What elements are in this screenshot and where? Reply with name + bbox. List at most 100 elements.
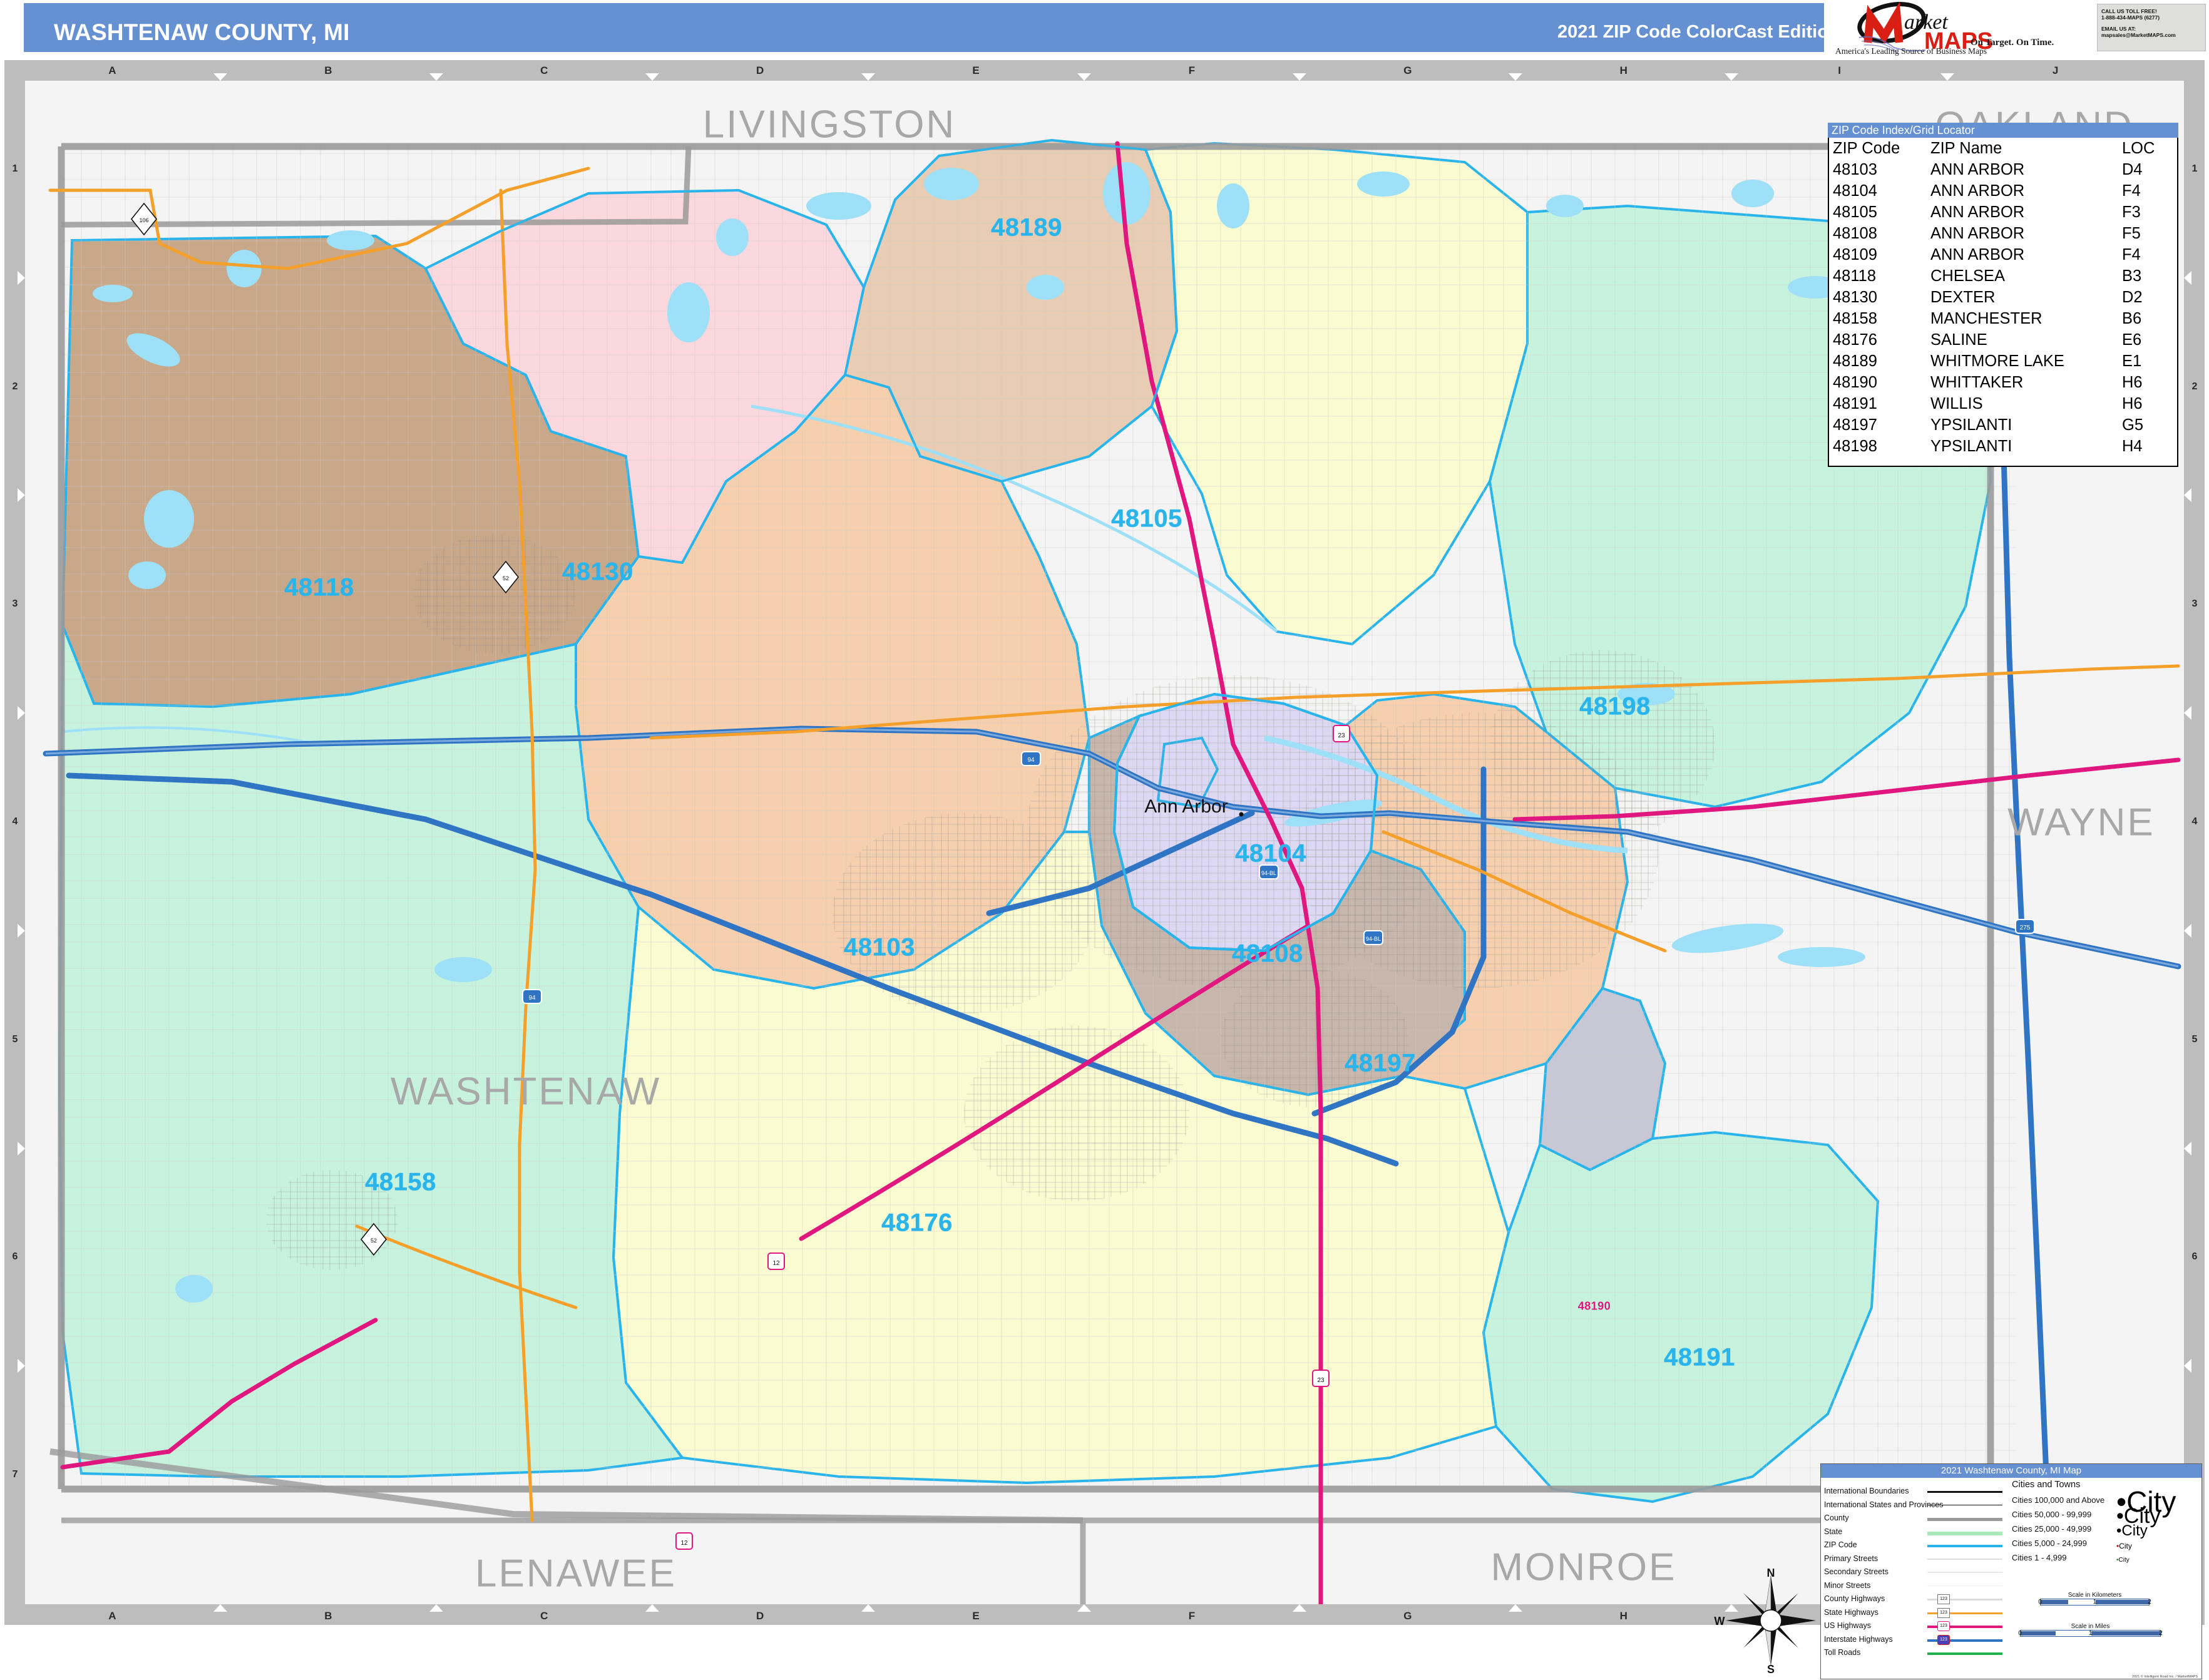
grid-tick [1077,1604,1091,1612]
legend-highway-shield-icon: 123 [1937,1621,1950,1631]
svg-text:94-BL: 94-BL [1366,936,1381,942]
grid-tick [213,73,227,81]
svg-text:94: 94 [1027,757,1035,764]
grid-row-label: 3 [12,598,18,610]
grid-column-label: A [108,64,116,76]
table-row[interactable]: 48130 DEXTER D2 [1829,287,2177,308]
table-row[interactable]: 48108 ANN ARBOR F5 [1829,223,2177,244]
grid-row-label: 7 [12,1469,18,1480]
legend-feature-label: International Boundaries [1824,1487,1909,1495]
table-row[interactable]: 48105 ANN ARBOR F3 [1829,202,2177,223]
table-row[interactable]: 48118 CHELSEA B3 [1829,265,2177,287]
grid-row-label: 5 [12,1033,18,1045]
grid-column-label: A [108,1610,116,1622]
zip-label-48105: 48105 [1111,505,1182,533]
grid-ruler-left: 1 2 3 4 5 6 7 [4,60,25,1625]
zip-index-cell-loc: F4 [2122,246,2141,264]
scalebar: Scale in Kilometers 0 1 2 [2038,1592,2151,1606]
grid-tick [18,923,25,938]
logo-tagline-secondary: America's Leading Source of Business Map… [1835,46,1987,56]
zip-index-cell-name: MANCHESTER [1930,310,2042,327]
grid-column-label: D [756,64,764,76]
grid-row-label: 4 [2191,816,2198,827]
scalebar-tick-label: 1 [2093,1599,2097,1606]
legend-city-class-label: Cities 5,000 - 24,999 [2012,1539,2087,1548]
scalebar-segment [2095,1600,2150,1604]
zip-index-cell-name: DEXTER [1930,289,1996,306]
grid-tick [861,1604,875,1612]
map-legend[interactable]: 2021 Washtenaw County, MI Map Internatio… [1820,1463,2202,1679]
zip-code-index-panel[interactable]: ZIP Code Index/Grid Locator ZIP Code ZIP… [1828,123,2178,467]
zip-index-cell-code: 48191 [1833,395,1877,412]
table-row[interactable]: 48104 ANN ARBOR F4 [1829,180,2177,202]
scalebar-tick-label: 2 [2148,1599,2151,1606]
legend-feature-label: US Highways [1824,1621,1872,1630]
grid-row-label: 6 [2191,1251,2198,1263]
legend-feature-label: Toll Roads [1824,1648,1861,1657]
legend-title: 2021 Washtenaw County, MI Map [1821,1464,2201,1478]
scalebar-tick-label: 0 [2038,1599,2042,1606]
scalebar-tick-label: 0 [2018,1630,2022,1637]
zip-index-cell-code: 48158 [1833,310,1877,327]
grid-column-label: C [540,1610,548,1622]
grid-tick [429,73,443,81]
county-label: WAYNE [2007,801,2155,844]
svg-text:106: 106 [139,217,148,223]
table-row[interactable]: 48197 YPSILANTI G5 [1829,414,2177,436]
zip-label-48198: 48198 [1579,692,1651,720]
legend-feature-label: Interstate Highways [1824,1634,1893,1644]
zip-index-cell-loc: D2 [2122,289,2143,306]
grid-column-label: F [1188,1610,1196,1622]
grid-column-label: J [2052,64,2059,76]
scalebar-tick-label: 1 [2088,1630,2093,1637]
table-row[interactable]: 48198 YPSILANTI H4 [1829,436,2177,457]
legend-credit: 2021 © Intelligent Road Inc. / MarketMAP… [2132,1675,2198,1679]
legend-feature-label: International States and Provinces [1824,1500,1944,1509]
zip-index-cell-loc: H4 [2122,438,2143,455]
grid-row-label: 4 [12,816,18,827]
compass-s: S [1767,1663,1775,1675]
zip-index-cell-code: 48176 [1833,331,1877,349]
legend-city-class-label: Cities 50,000 - 99,999 [2012,1510,2092,1519]
marketmaps-logo: arket MAPS On Target. On Time. America's… [1832,1,2207,56]
map-frame: ABCDEFGHIJ ABCDEFGHIJ 1234567 1234567 [4,60,2205,1679]
table-row[interactable]: 48190 WHITTAKER H6 [1829,372,2177,393]
legend-city-class-label: Cities 25,000 - 49,999 [2012,1524,2092,1534]
table-row[interactable]: 48158 MANCHESTER B6 [1829,308,2177,329]
legend-feature-swatch [1927,1504,2002,1505]
legend-feature-label: ZIP Code [1824,1540,1857,1549]
zip-index-cell-name: WHITTAKER [1930,374,2024,391]
zip-label-48104: 48104 [1235,839,1306,868]
legend-feature-swatch [1927,1652,2002,1655]
zip-index-cell-code: 48190 [1833,374,1877,391]
zip-index-cell-name: WHITMORE LAKE [1930,352,2064,370]
grid-tick [2184,270,2191,285]
table-row[interactable]: 48103 ANN ARBOR D4 [1829,159,2177,180]
scalebar-title: Scale in Kilometers [2068,1592,2122,1599]
city-label-ann-arbor: Ann Arbor [1144,796,1228,817]
compass-w: W [1714,1615,1725,1627]
legend-city-sample: •City [2116,1556,2130,1564]
legend-feature-label: Minor Streets [1824,1580,1871,1590]
compass-artwork: N S E W [1714,1567,1828,1676]
legend-feature-label: State Highways [1824,1607,1878,1617]
legend-cities-title: Cities and Towns [2012,1480,2081,1490]
grid-tick [18,270,25,285]
table-row[interactable]: 48109 ANN ARBOR F4 [1829,244,2177,265]
legend-body: International Boundaries International St… [1821,1478,2201,1680]
grid-tick [213,1604,227,1612]
grid-ruler-top: A B C D E F G H I J [4,60,2205,81]
zip-index-cell-name: ANN ARBOR [1930,225,2025,242]
table-row[interactable]: 48191 WILLIS H6 [1829,393,2177,414]
grid-tick [645,1604,659,1612]
zip-label-48108: 48108 [1232,940,1303,968]
grid-tick [645,73,659,81]
compass-n: N [1767,1567,1775,1579]
grid-tick [1293,1604,1307,1612]
contact-email: mapsales@MarketMAPS.com [2101,32,2176,38]
edition-label: 2021 ZIP Code ColorCast Edition [1557,22,1840,42]
table-row[interactable]: 48189 WHITMORE LAKE E1 [1829,351,2177,372]
table-row[interactable]: 48176 SALINE E6 [1829,329,2177,351]
contact-email-label: EMAIL US AT: [2101,26,2136,32]
grid-column-label: F [1188,64,1196,76]
